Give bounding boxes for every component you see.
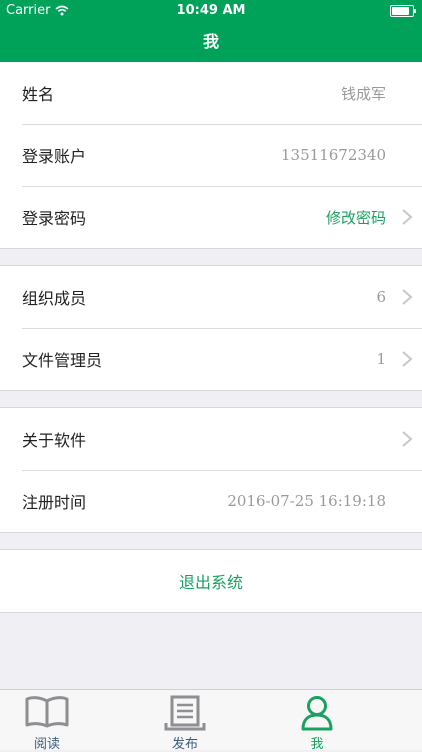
book-icon xyxy=(25,696,69,728)
tab-read-label: 阅读 xyxy=(33,737,60,752)
name-value: 钱成军 xyxy=(340,84,386,103)
password-row[interactable]: 登录密码 修改密码 xyxy=(0,186,422,248)
chevron-right-icon xyxy=(402,431,413,447)
members-label: 组织成员 xyxy=(22,289,87,308)
name-row: 姓名 钱成军 xyxy=(0,62,422,124)
account-label: 登录账户 xyxy=(22,147,87,166)
tab-me[interactable]: 我 xyxy=(277,690,357,752)
profile-group: 姓名 钱成军 登录账户 13511672340 登录密码 修改密码 xyxy=(0,62,422,249)
register-time-label: 注册时间 xyxy=(22,493,87,512)
tab-publish-label: 发布 xyxy=(171,737,198,752)
register-time-row: 注册时间 2016-07-25 16:19:18 xyxy=(0,470,422,532)
nav-title: 我 xyxy=(0,22,422,62)
password-label: 登录密码 xyxy=(22,209,87,228)
chevron-right-icon xyxy=(402,209,413,225)
status-time: 10:49 AM xyxy=(176,3,246,18)
tab-read[interactable]: 阅读 xyxy=(7,690,87,752)
document-icon xyxy=(164,695,206,731)
tab-bar: 阅读 发布 我 xyxy=(0,689,422,752)
org-group: 组织成员 6 文件管理员 1 xyxy=(0,265,422,391)
tab-me-label: 我 xyxy=(310,737,324,752)
logout-button[interactable]: 退出系统 xyxy=(0,550,422,612)
chevron-right-icon xyxy=(402,289,413,305)
name-label: 姓名 xyxy=(22,85,55,104)
chevron-right-icon xyxy=(402,351,413,367)
tab-publish[interactable]: 发布 xyxy=(145,690,225,752)
account-row: 登录账户 13511672340 xyxy=(0,124,422,186)
about-label: 关于软件 xyxy=(22,431,87,450)
about-row[interactable]: 关于软件 xyxy=(0,408,422,470)
settings-list: 姓名 钱成军 登录账户 13511672340 登录密码 修改密码 组织成员 6… xyxy=(0,62,422,613)
change-password-link[interactable]: 修改密码 xyxy=(326,207,386,228)
person-icon xyxy=(301,696,333,731)
battery-icon xyxy=(390,5,416,17)
account-value: 13511672340 xyxy=(281,146,386,164)
file-admin-count: 1 xyxy=(376,350,386,368)
logout-group: 退出系统 xyxy=(0,549,422,613)
register-time-value: 2016-07-25 16:19:18 xyxy=(227,492,386,510)
file-admin-label: 文件管理员 xyxy=(22,351,103,370)
about-group: 关于软件 注册时间 2016-07-25 16:19:18 xyxy=(0,407,422,533)
members-count: 6 xyxy=(376,288,386,306)
file-admin-row[interactable]: 文件管理员 1 xyxy=(0,328,422,390)
status-bar: Carrier 10:49 AM xyxy=(0,0,422,22)
members-row[interactable]: 组织成员 6 xyxy=(0,266,422,328)
